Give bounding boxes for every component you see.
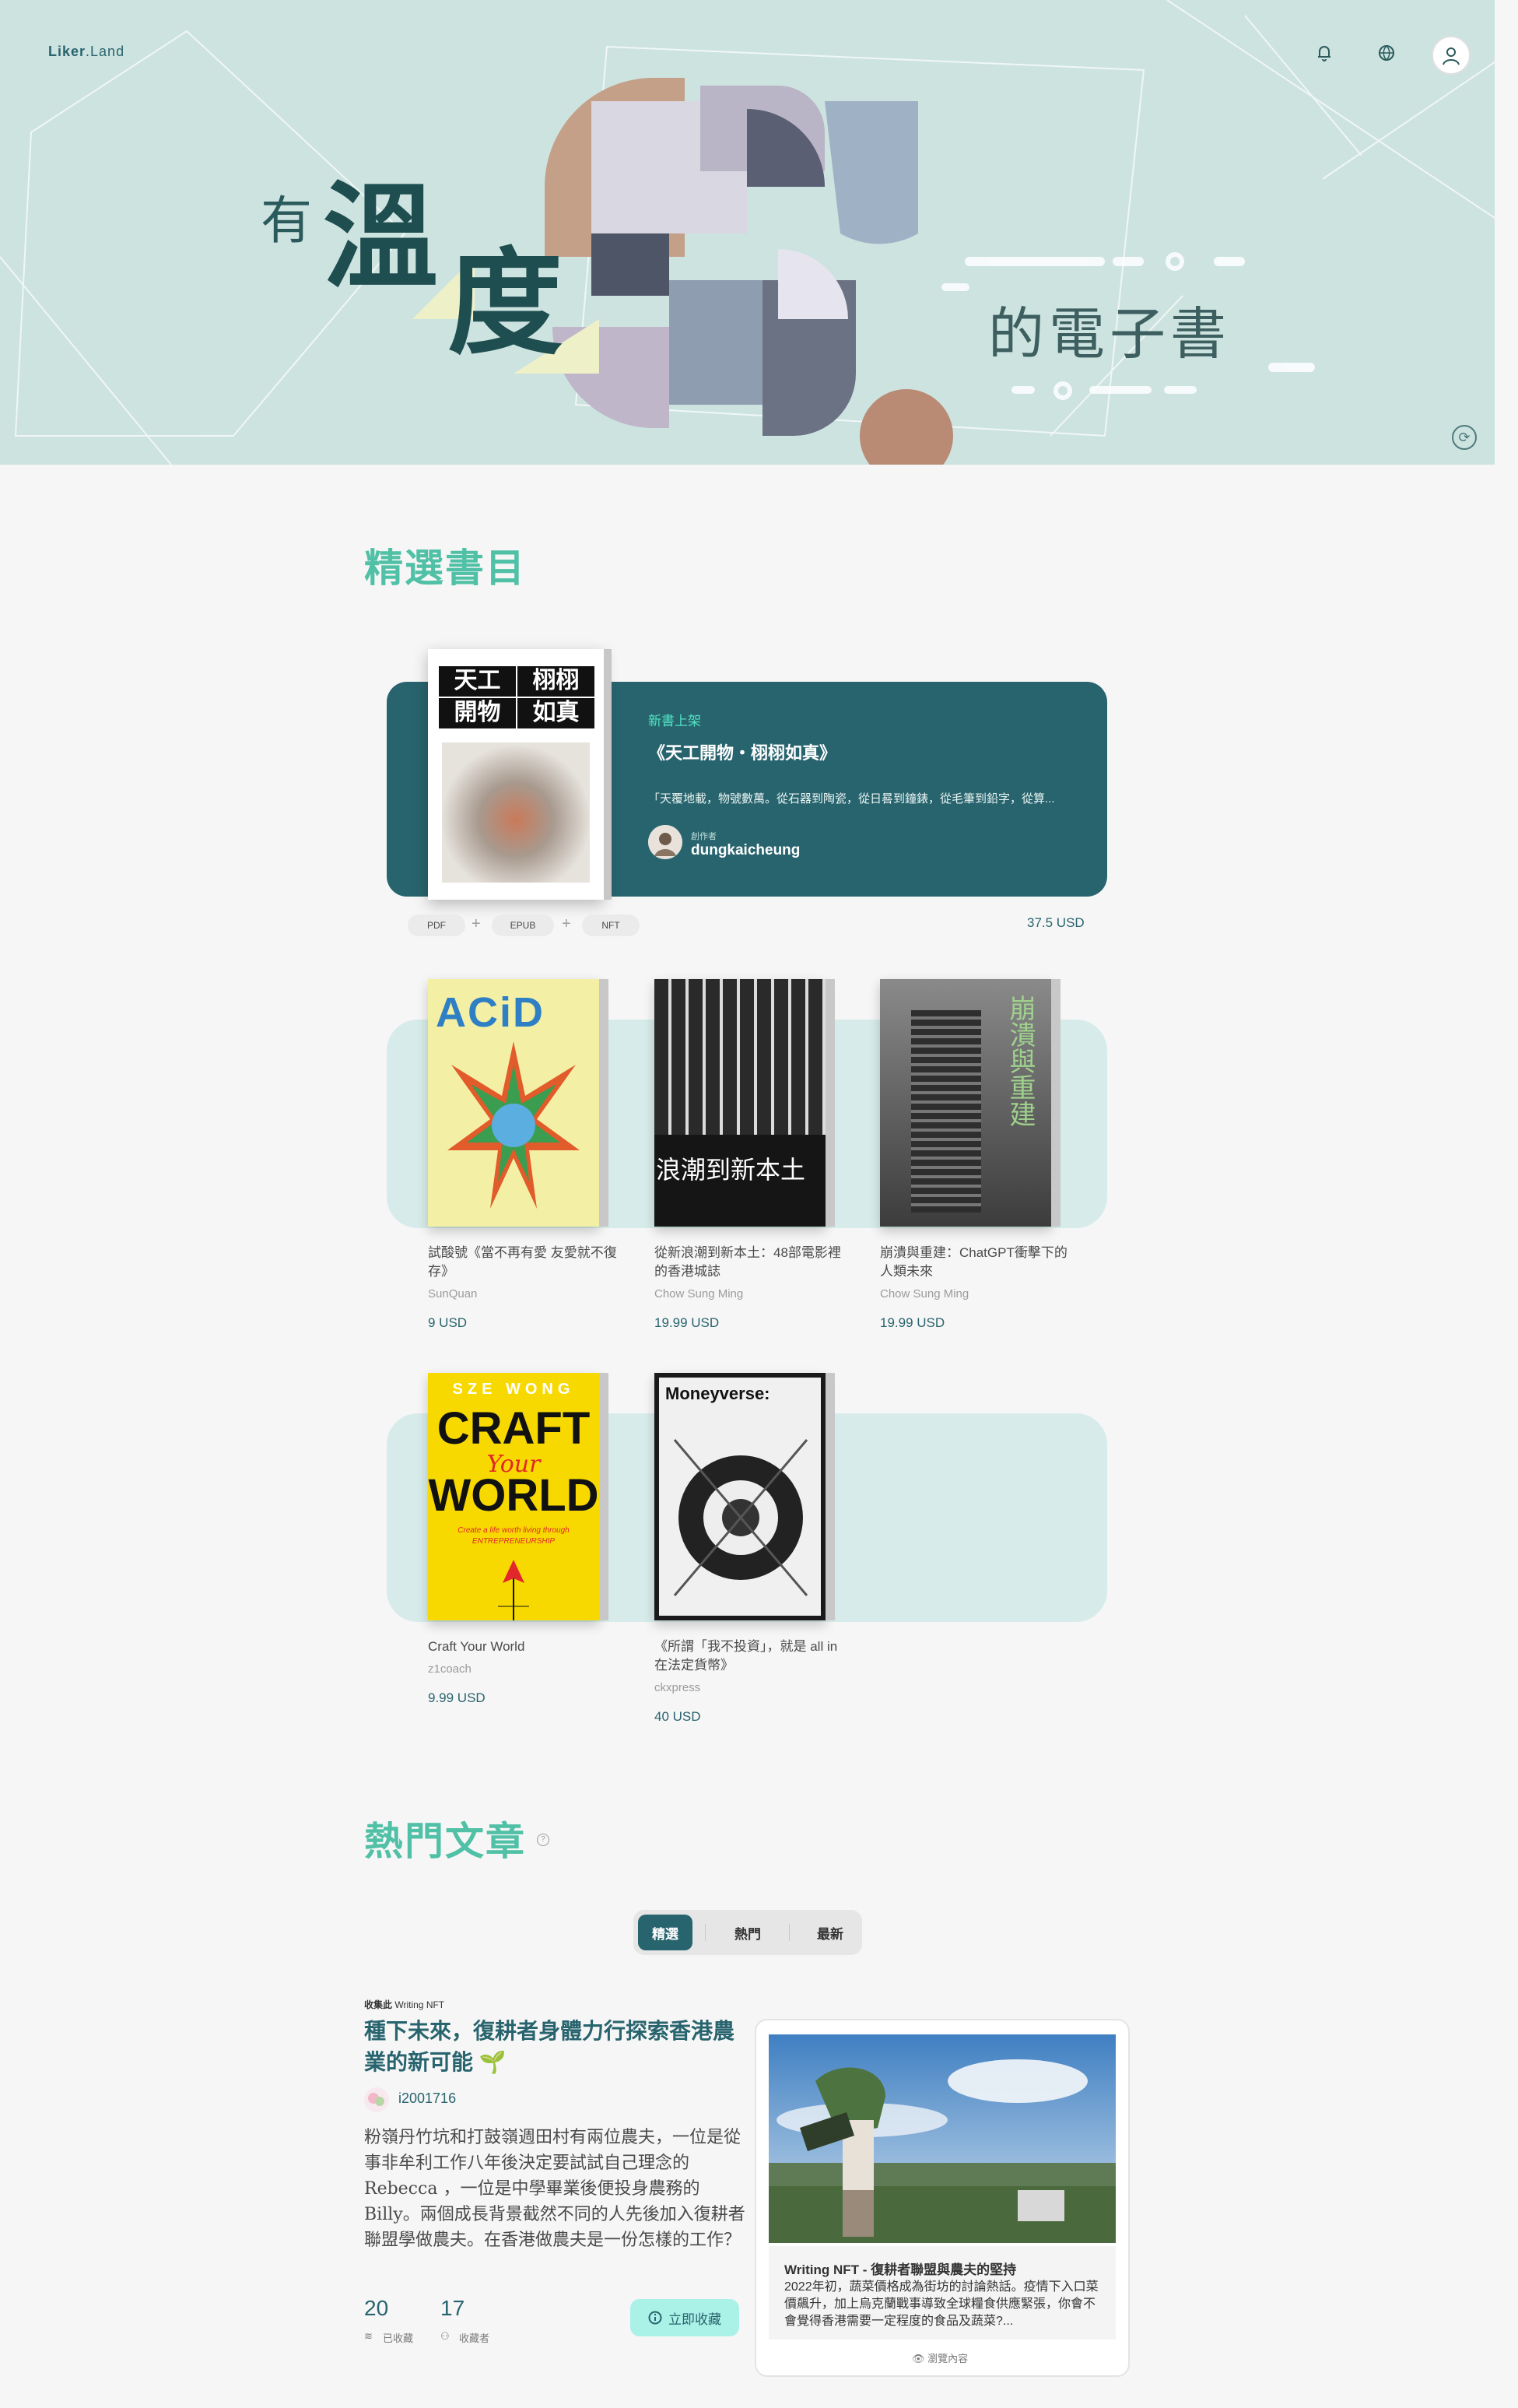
book-cover-craft-your-world[interactable]: SZE WONG CRAFT Your WORLD Create a life … (428, 1373, 599, 1620)
author-avatar[interactable] (648, 825, 682, 859)
format-pill-epub: EPUB (492, 914, 554, 936)
cover-photo (654, 979, 826, 1135)
article-title[interactable]: 種下未來，復耕者身體力行探索香港農業的新可能 🌱 (364, 2016, 745, 2078)
book-author[interactable]: Chow Sung Ming (654, 1287, 743, 1301)
collect-now-button[interactable]: 立即收藏 (630, 2299, 739, 2336)
nft-preview-text-box: Writing NFT - 復耕者聯盟與農夫的堅持 2022年初，蔬菜價格成為街… (769, 2246, 1116, 2340)
book-price: 19.99 USD (654, 1315, 720, 1330)
collected-count: 20 (364, 2296, 389, 2320)
tab-divider (705, 1924, 706, 1941)
collect-now-label: 立即收藏 (668, 2311, 721, 2327)
tab-hot[interactable]: 熱門 (720, 1915, 775, 1950)
book-title[interactable]: 崩潰與重建：ChatGPT衝擊下的人類未來 (880, 1244, 1071, 1281)
person-icon: ⚇ (440, 2330, 450, 2342)
nft-preview-title: Writing NFT - 復耕者聯盟與農夫的堅持 (784, 2262, 1017, 2277)
cover-text: 如真 (517, 698, 594, 728)
featured-title[interactable]: 《天工開物・栩栩如真》 (648, 739, 836, 764)
article-collection-label: 收集此 Writing NFT (364, 1999, 445, 2010)
book-title[interactable]: 《所謂「我不投資」，就是 all in 在法定貨幣》 (654, 1638, 845, 1675)
author-name[interactable]: dungkaicheung (691, 842, 800, 859)
info-circle-icon (648, 2311, 662, 2325)
starburst-illustration (447, 1041, 580, 1209)
hero-title-big-2: 度 (447, 235, 563, 370)
articles-section-title: 熱門文章 (364, 1820, 526, 1863)
cover-text: 開物 (439, 698, 516, 728)
plus-icon: + (472, 915, 481, 932)
article-excerpt: 粉嶺丹竹坑和打鼓嶺週田村有兩位農夫，一位是從事非牟利工作八年後決定要試試自己理念… (364, 2128, 745, 2250)
view-content-label: 瀏覽內容 (927, 2353, 969, 2364)
cover-text: 浪潮到新本土 (656, 1155, 806, 1185)
cover-text: 栩栩 (517, 666, 594, 697)
cover-text: ACiD (436, 989, 545, 1036)
book-price: 19.99 USD (880, 1315, 945, 1330)
book-author[interactable]: SunQuan (428, 1287, 477, 1301)
cover-title-line1: CRAFT (436, 1403, 591, 1454)
hero-gutter (1495, 0, 1518, 465)
book-author[interactable]: Chow Sung Ming (880, 1287, 969, 1301)
eye-icon: 👁 (912, 2353, 925, 2364)
hero-banner: Liker.Land 有 溫 度 的電子書 ⟳ (0, 0, 1495, 465)
tab-divider (789, 1924, 790, 1941)
stack-icon: ≋ (364, 2330, 373, 2342)
tab-featured[interactable]: 精選 (638, 1915, 692, 1950)
format-pill-pdf: PDF (408, 914, 465, 936)
book-title[interactable]: Craft Your World (428, 1638, 619, 1656)
featured-section-title: 精選書目 (364, 546, 526, 590)
book-title[interactable]: 從新浪潮到新本土：48部電影裡的香港城誌 (654, 1244, 845, 1281)
refresh-icon[interactable]: ⟳ (1452, 425, 1477, 450)
cover-subtitle: Create a life worth living through ENTRE… (458, 1526, 570, 1546)
book-author[interactable]: ckxpress (654, 1681, 700, 1694)
article-tabs: 精選 熱門 最新 (633, 1910, 862, 1955)
cover-text: 崩潰與重建 (1004, 995, 1036, 1127)
article-user-name[interactable]: i2001716 (398, 2090, 456, 2107)
book-cover-collapse[interactable]: 崩潰與重建 (880, 979, 1051, 1227)
featured-book-cover[interactable]: 天工 栩栩 開物 如真 (428, 649, 604, 900)
plus-icon: + (562, 915, 571, 932)
cover-author: SZE WONG (452, 1381, 575, 1398)
cover-illustration (442, 742, 590, 883)
collected-label: 已收藏 (383, 2333, 414, 2344)
featured-description: 「天覆地載，物號數萬。從石器到陶瓷，從日晷到鐘錶，從毛筆到鉛字，從算... (648, 792, 1055, 806)
book-cover-moneyverse[interactable]: Moneyverse: (654, 1373, 826, 1620)
cover-text: 天工 (439, 666, 516, 697)
nft-preview-image (769, 2034, 1116, 2243)
collectors-count: 17 (440, 2296, 465, 2320)
format-pill-nft: NFT (582, 914, 640, 936)
cover-illustration (911, 1010, 981, 1213)
article-user-avatar[interactable] (364, 2087, 389, 2112)
hero-title-big-1: 溫 (323, 169, 438, 304)
book-price: 9 USD (428, 1315, 468, 1330)
nft-preview-card[interactable]: Writing NFT - 復耕者聯盟與農夫的堅持 2022年初，蔬菜價格成為街… (755, 2019, 1130, 2377)
cover-text: Moneyverse: (665, 1384, 770, 1403)
book-price: 9.99 USD (428, 1690, 486, 1705)
help-icon[interactable]: ? (537, 1834, 549, 1846)
user-icon (1443, 47, 1460, 65)
liker-land-logo[interactable]: Liker.Land (48, 44, 124, 60)
tab-latest[interactable]: 最新 (803, 1915, 857, 1950)
hero-decoration (0, 0, 1495, 465)
hero-subtitle: 的電子書 (988, 301, 1232, 367)
plant-illustration (498, 1560, 529, 1620)
user-avatar-button[interactable] (1432, 36, 1471, 75)
featured-tag: 新書上架 (648, 714, 701, 728)
book-cover-acid[interactable]: ACiD (428, 979, 599, 1227)
bell-icon[interactable] (1307, 36, 1341, 70)
collectors-label: 收藏者 (459, 2333, 490, 2344)
nft-preview-description: 2022年初，蔬菜價格成為街坊的討論熱話。疫情下入口菜價飆升，加上烏克蘭戰事導致… (784, 2280, 1099, 2328)
cover-illustration (673, 1439, 808, 1596)
book-cover-new-wave[interactable]: 浪潮到新本土 (654, 979, 826, 1227)
cover-title-line3: WORLD (428, 1470, 599, 1521)
author-label: 創作者 (691, 832, 717, 841)
globe-icon[interactable] (1369, 36, 1404, 70)
book-author[interactable]: z1coach (428, 1662, 472, 1676)
view-content-link[interactable]: 👁 瀏覽內容 (912, 2350, 968, 2365)
featured-price: 37.5 USD (1027, 915, 1085, 930)
book-price: 40 USD (654, 1709, 701, 1724)
book-title[interactable]: 試酸號《當不再有愛 友愛就不復存》 (428, 1244, 619, 1281)
hero-title-small: 有 (261, 191, 312, 251)
